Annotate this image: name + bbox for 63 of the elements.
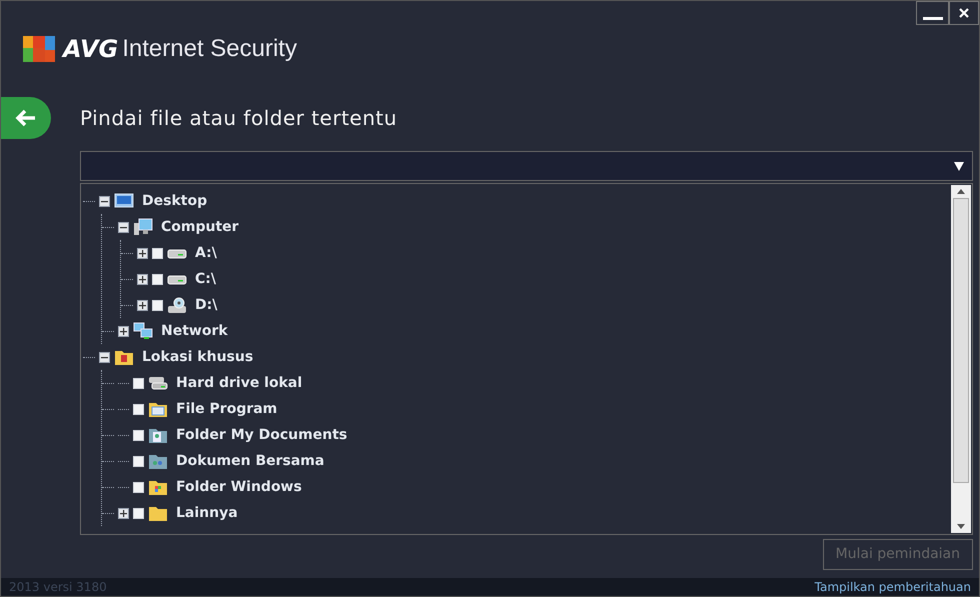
plus-icon [139,250,146,256]
dropdown-arrow-icon [954,162,964,170]
checkbox[interactable] [133,404,144,414]
folder-icon [114,348,134,366]
plus-icon [139,276,146,282]
brand-name: AVG [63,34,118,65]
checkbox[interactable] [133,482,144,492]
checkbox[interactable] [152,248,163,258]
checkbox[interactable] [133,430,144,440]
tree-item-label[interactable]: Dokumen Bersama [176,450,324,472]
tree-item-label[interactable]: Desktop [142,190,208,212]
plus-icon [120,328,127,334]
notifications-link[interactable]: Tampilkan pemberitahuan [814,578,971,596]
close-icon [959,8,969,18]
folder-icon [148,452,168,470]
cd-drive-icon [167,296,187,314]
collapse-toggle[interactable] [99,196,110,206]
tree-item-label[interactable]: Lainnya [176,502,238,524]
checkbox[interactable] [133,378,144,388]
tree-item-label[interactable]: Folder My Documents [176,424,348,446]
tree-item-label[interactable]: Hard drive lokal [176,372,302,394]
folder-icon [148,504,168,522]
tree-item-label[interactable]: File Program [176,398,278,420]
checkbox[interactable] [152,300,163,310]
checkbox[interactable] [152,274,163,284]
collapse-toggle[interactable] [118,222,129,232]
collapse-toggle[interactable] [99,352,110,362]
expand-toggle[interactable] [137,300,148,310]
tree-item-label[interactable]: Lokasi khusus [142,346,254,368]
folder-icon [148,426,168,444]
computer-icon [133,218,153,236]
scroll-down-icon [957,524,965,529]
expand-toggle[interactable] [137,248,148,258]
logo-icon [23,34,55,64]
tree-item-label[interactable]: Computer [161,216,239,238]
minimize-icon [922,17,942,20]
expand-toggle[interactable] [118,508,129,518]
tree-item-label[interactable]: A:\ [195,242,217,264]
expand-toggle[interactable] [137,274,148,284]
back-arrow-icon [15,109,37,127]
plus-icon [120,510,127,516]
folder-icon [148,400,168,418]
drives-icon [148,374,168,392]
folder-icon [148,478,168,496]
expand-toggle[interactable] [118,326,129,336]
page-title: Pindai file atau folder tertentu [80,105,398,132]
tree-item-label[interactable]: Folder Windows [176,476,302,498]
path-dropdown[interactable] [80,151,973,181]
minimize-button[interactable] [916,1,949,25]
close-button[interactable] [949,1,979,25]
tree-item-label[interactable]: C:\ [195,268,216,290]
monitor-icon [114,192,134,210]
checkbox[interactable] [133,508,144,518]
back-button[interactable] [1,97,51,139]
product-name: Internet Security [122,34,297,64]
network-icon [133,322,153,340]
tree-item-label[interactable]: D:\ [195,294,218,316]
scroll-up-icon [957,189,965,194]
scroll-thumb[interactable] [953,198,969,483]
scrollbar[interactable] [951,185,971,533]
plus-icon [139,302,146,308]
tree-item-label[interactable]: Network [161,320,228,342]
checkbox[interactable] [133,456,144,466]
